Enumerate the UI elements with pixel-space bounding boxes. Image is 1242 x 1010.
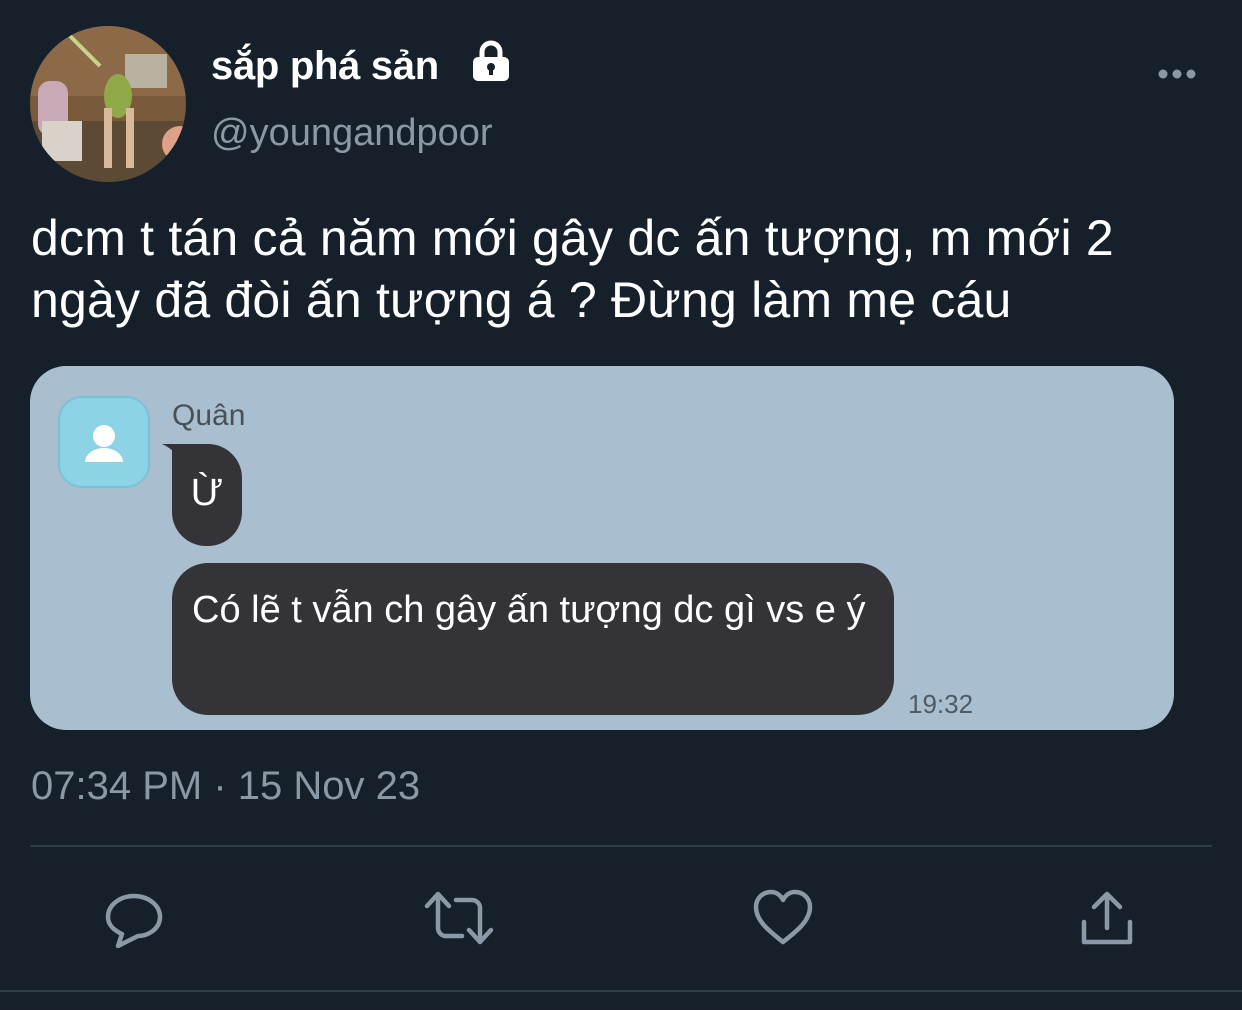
chat-bubble: Ừ — [162, 444, 242, 546]
like-icon[interactable] — [752, 888, 814, 948]
contact-avatar — [58, 396, 150, 488]
divider — [30, 845, 1212, 847]
attached-chat-screenshot[interactable]: Quân Ừ Có lẽ t vẫn ch gây ấn tượng dc gì… — [30, 366, 1174, 730]
chat-message-text: Có lẽ t vẫn ch gây ấn tượng dc gì vs e ý — [192, 589, 866, 631]
share-icon[interactable] — [1078, 888, 1136, 948]
author-handle[interactable]: @youngandpoor — [211, 110, 493, 156]
more-options-icon[interactable] — [1156, 62, 1198, 91]
tweet-timestamp[interactable]: 07:34 PM · 15 Nov 23 — [31, 762, 420, 810]
retweet-icon[interactable] — [424, 888, 494, 948]
tweet-text: dcm t tán cả năm mới gây dc ấn tượng, m … — [31, 210, 1114, 328]
chat-message-text: Ừ — [190, 472, 224, 514]
tweet-detail: sắp phá sản @youngandpoor dcm t tán cả n… — [0, 0, 1242, 1010]
divider — [0, 990, 1242, 992]
chat-message-time: 19:32 — [908, 689, 974, 719]
chat-bubble: Có lẽ t vẫn ch gây ấn tượng dc gì vs e ý — [172, 563, 894, 715]
avatar-image — [30, 26, 186, 182]
reply-icon[interactable] — [104, 888, 164, 948]
author-display-name[interactable]: sắp phá sản — [211, 42, 439, 90]
lock-icon — [470, 40, 512, 87]
user-silhouette-icon — [85, 425, 123, 462]
chat-sender-name: Quân — [172, 399, 246, 432]
author-avatar[interactable] — [30, 26, 186, 182]
bubble-tail-icon — [162, 444, 184, 466]
